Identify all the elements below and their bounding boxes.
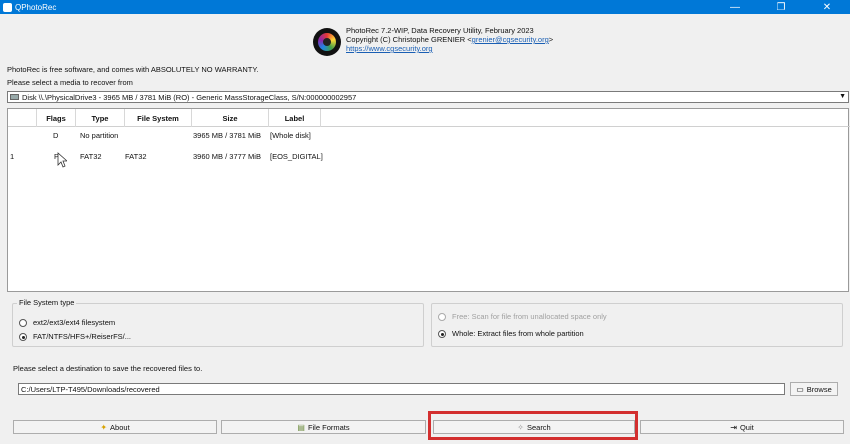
search-highlight-box xyxy=(428,411,638,440)
warranty-text: PhotoRec is free software, and comes wit… xyxy=(7,65,259,74)
disk-select[interactable]: Disk \\.\PhysicalDrive3 - 3965 MB / 3781… xyxy=(7,91,849,103)
table-header: Flags Type File System Size Label xyxy=(8,109,850,127)
radio-selected-icon[interactable] xyxy=(19,332,27,341)
star-icon: ✦ xyxy=(100,422,108,432)
app-header: PhotoRec 7.2-WIP, Data Recovery Utility,… xyxy=(313,26,553,56)
col-type-header[interactable]: Type xyxy=(76,109,125,127)
disk-icon xyxy=(10,94,19,100)
file-formats-button[interactable]: ▤ File Formats xyxy=(221,420,426,434)
close-button[interactable]: ✕ xyxy=(804,0,850,14)
fat-ntfs-option[interactable]: FAT/NTFS/HFS+/ReiserFS/... xyxy=(19,332,131,341)
destination-label: Please select a destination to save the … xyxy=(13,364,203,373)
table-row[interactable]: D No partition 3965 MB / 3781 MiB [Whole… xyxy=(8,129,850,141)
disk-select-value: Disk \\.\PhysicalDrive3 - 3965 MB / 3781… xyxy=(22,92,357,102)
radio-icon[interactable] xyxy=(438,312,446,321)
folder-icon: ▭ xyxy=(796,384,804,394)
quit-button[interactable]: ⇥ Quit xyxy=(640,420,844,434)
copyright-line: Copyright (C) Christophe GRENIER <grenie… xyxy=(346,35,554,44)
partition-table: Flags Type File System Size Label D No p… xyxy=(7,108,850,292)
window-title: QPhotoRec xyxy=(15,2,57,12)
website-link[interactable]: https://www.cgsecurity.org xyxy=(346,44,433,53)
col-filesystem-header[interactable]: File System xyxy=(125,109,192,127)
media-label: Please select a media to recover from xyxy=(7,78,133,87)
about-button[interactable]: ✦ About xyxy=(13,420,217,434)
col-num-header[interactable] xyxy=(8,109,37,127)
photorec-logo-icon xyxy=(313,28,341,56)
exit-icon: ⇥ xyxy=(730,422,737,432)
app-icon xyxy=(3,2,12,12)
free-space-option[interactable]: Free: Scan for file from unallocated spa… xyxy=(438,312,607,321)
col-size-header[interactable]: Size xyxy=(192,109,269,127)
scan-scope-group: Free: Scan for file from unallocated spa… xyxy=(431,303,843,347)
file-formats-icon: ▤ xyxy=(297,422,305,432)
col-flags-header[interactable]: Flags xyxy=(37,109,76,127)
radio-icon[interactable] xyxy=(19,318,27,327)
filesystem-type-legend: File System type xyxy=(17,298,77,307)
minimize-button[interactable]: — xyxy=(712,0,758,14)
whole-partition-option[interactable]: Whole: Extract files from whole partitio… xyxy=(438,329,584,338)
radio-selected-icon[interactable] xyxy=(438,329,446,338)
destination-input[interactable]: C:/Users/LTP-T495/Downloads/recovered xyxy=(18,383,785,395)
table-row[interactable]: 1 P FAT32 FAT32 3960 MB / 3777 MiB [EOS_… xyxy=(8,150,850,162)
title-bar: QPhotoRec — ❐ ✕ xyxy=(0,0,850,14)
mouse-cursor-icon xyxy=(57,152,67,168)
browse-button[interactable]: ▭ Browse xyxy=(790,382,838,396)
ext-filesystem-option[interactable]: ext2/ext3/ext4 filesystem xyxy=(19,318,115,327)
filesystem-type-group: File System type ext2/ext3/ext4 filesyst… xyxy=(12,298,424,347)
col-label-header[interactable]: Label xyxy=(269,109,321,127)
email-link[interactable]: grenier@cgsecurity.org xyxy=(472,35,549,44)
maximize-button[interactable]: ❐ xyxy=(758,0,804,14)
chevron-down-icon[interactable]: ▼ xyxy=(839,93,846,100)
version-line: PhotoRec 7.2-WIP, Data Recovery Utility,… xyxy=(346,26,534,35)
